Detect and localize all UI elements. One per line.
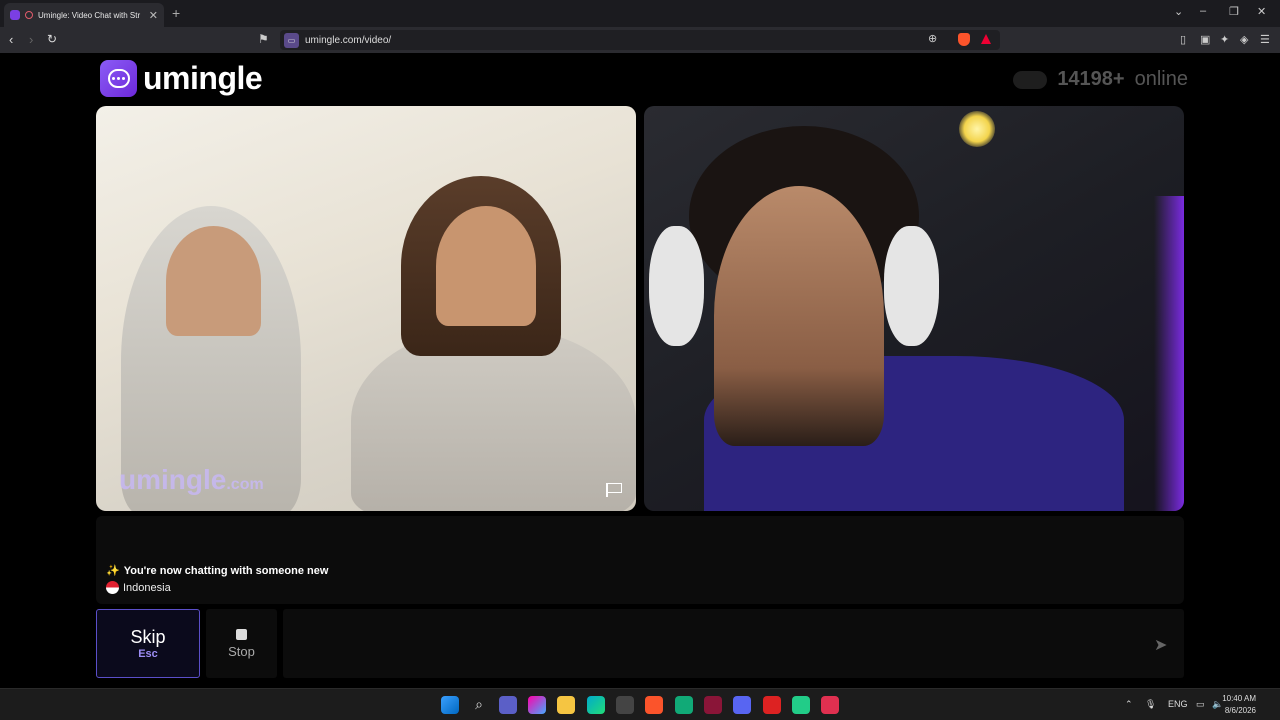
- new-tab-icon[interactable]: +: [172, 5, 180, 21]
- wallet-icon[interactable]: ▣: [1200, 33, 1210, 46]
- windows-taskbar: ⌕ ⌃ 🎙 ENG ▭ 🔈 10:40 AM 8/6/2026: [0, 688, 1280, 720]
- umingle-watermark: umingle.com: [119, 464, 264, 495]
- system-message: ✨ You're now chatting with someone new: [106, 564, 329, 578]
- stop-button[interactable]: Stop: [206, 609, 277, 678]
- clock[interactable]: 10:40 AM 8/6/2026: [1222, 693, 1256, 717]
- brave-rewards-icon[interactable]: [981, 34, 991, 44]
- search-icon[interactable]: ⌕: [470, 696, 488, 714]
- close-window-icon[interactable]: ✕: [1257, 5, 1266, 18]
- face-figure: [436, 206, 536, 326]
- sparkles-icon: ✨: [106, 565, 120, 577]
- url-field[interactable]: ▭ umingle.com/video/: [280, 30, 1000, 50]
- tab-title: Umingle: Video Chat with Str: [38, 10, 141, 20]
- store-icon[interactable]: [616, 696, 634, 714]
- umingle-page: umingle 14198+ online umingle.com ✨ You'…: [0, 53, 1280, 688]
- stranger-video: umingle.com: [96, 106, 636, 511]
- brave-shields-icon[interactable]: [958, 33, 970, 46]
- self-video: [644, 106, 1184, 511]
- status-toggle[interactable]: [1013, 70, 1048, 89]
- stop-icon: [236, 628, 247, 640]
- forward-icon[interactable]: ›: [29, 32, 33, 47]
- skip-label: Skip: [130, 627, 166, 647]
- online-count: 14198+: [1057, 68, 1125, 90]
- message-input[interactable]: [283, 609, 1184, 678]
- leo-ai-icon[interactable]: ✦: [1220, 33, 1229, 46]
- app-icon[interactable]: [763, 696, 781, 714]
- status-message-text: You're now chatting with someone new: [123, 564, 329, 577]
- indonesia-flag-icon: [106, 581, 119, 594]
- android-icon[interactable]: [792, 696, 810, 714]
- teams-icon[interactable]: [499, 696, 517, 714]
- vpn-shield-icon[interactable]: ◈: [1240, 33, 1248, 46]
- skip-button[interactable]: Skip Esc: [96, 609, 200, 678]
- discord-icon[interactable]: [733, 696, 751, 714]
- report-flag-icon[interactable]: [606, 483, 622, 497]
- tiktok-icon[interactable]: [821, 696, 839, 714]
- chevron-up-icon[interactable]: ⌃: [1125, 699, 1133, 710]
- face-figure: [714, 186, 884, 446]
- send-icon[interactable]: ➤: [1154, 635, 1167, 655]
- network-icon[interactable]: ▭: [1196, 699, 1205, 710]
- reload-icon[interactable]: ↻: [47, 32, 57, 46]
- purple-light: [1154, 196, 1184, 511]
- copilot-icon[interactable]: [528, 696, 546, 714]
- browser-tab[interactable]: Umingle: Video Chat with Str ✕: [4, 3, 164, 27]
- language-indicator[interactable]: ENG: [1168, 699, 1188, 709]
- minimize-icon[interactable]: –: [1200, 5, 1206, 17]
- chat-bubble-icon: [100, 60, 137, 97]
- country-line: Indonesia: [106, 581, 171, 594]
- brave-icon[interactable]: [645, 696, 663, 714]
- app-icon[interactable]: [675, 696, 693, 714]
- file-explorer-icon[interactable]: [557, 696, 575, 714]
- chevron-down-icon[interactable]: ⌄: [1174, 5, 1183, 18]
- face-figure: [166, 226, 261, 336]
- recording-icon: [25, 11, 33, 19]
- online-indicator: 14198+ online: [1013, 68, 1188, 91]
- start-icon[interactable]: [441, 696, 459, 714]
- menu-icon[interactable]: ☰: [1260, 33, 1270, 46]
- umingle-favicon-icon: [10, 10, 20, 20]
- logo-text: umingle: [143, 60, 263, 96]
- close-tab-icon[interactable]: ✕: [149, 9, 158, 22]
- browser-tab-bar: Umingle: Video Chat with Str ✕ + ⌄ – ❐ ✕: [0, 0, 1280, 27]
- sidebar-icon[interactable]: ▯: [1180, 33, 1186, 46]
- clock-time: 10:40 AM: [1222, 694, 1256, 703]
- back-icon[interactable]: ‹: [9, 32, 13, 47]
- site-logo[interactable]: umingle: [100, 60, 263, 97]
- video-editor-icon[interactable]: [704, 696, 722, 714]
- online-label: online: [1134, 68, 1188, 90]
- zoom-icon[interactable]: ⊕: [928, 32, 937, 45]
- clock-date: 8/6/2026: [1224, 706, 1256, 715]
- url-text: umingle.com/video/: [305, 34, 392, 46]
- address-bar-row: ‹ › ↻ ⚑ ▭ umingle.com/video/ ⊕ ▯ ▣ ✦ ◈ ☰: [0, 27, 1280, 53]
- skip-shortcut: Esc: [138, 648, 158, 660]
- restore-icon[interactable]: ❐: [1229, 5, 1239, 18]
- edge-icon[interactable]: [587, 696, 605, 714]
- stop-label: Stop: [228, 643, 255, 659]
- lamp-light: [959, 111, 995, 147]
- microphone-icon[interactable]: 🎙: [1145, 699, 1156, 710]
- headphone-icon: [649, 226, 704, 346]
- country-name: Indonesia: [123, 581, 171, 594]
- bookmark-icon[interactable]: ⚑: [258, 32, 269, 46]
- chat-log: ✨ You're now chatting with someone new I…: [96, 516, 1184, 604]
- headphone-icon: [884, 226, 939, 346]
- camera-permission-icon[interactable]: ▭: [284, 32, 299, 48]
